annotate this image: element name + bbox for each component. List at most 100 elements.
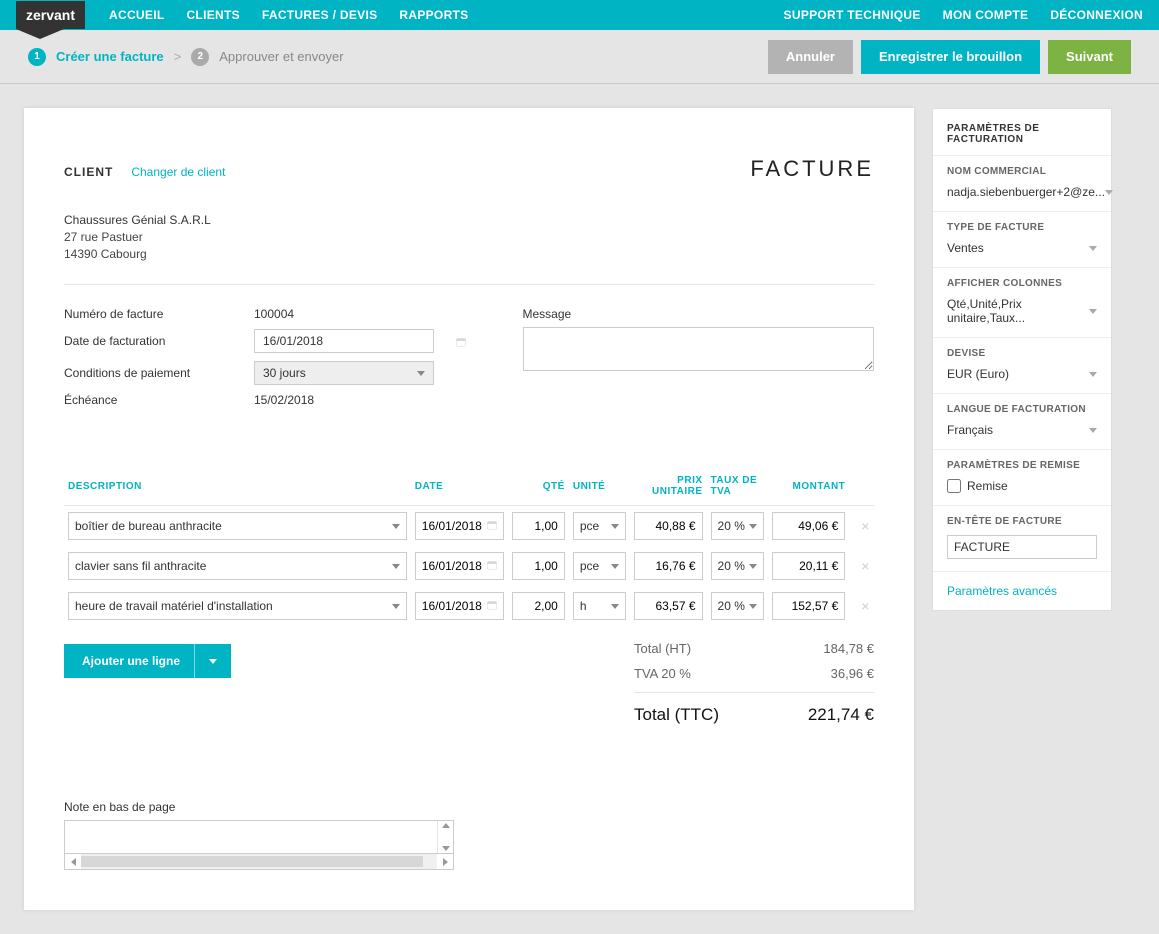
line-amount-value [772,552,846,580]
line-price-input[interactable] [634,552,702,580]
arrow-left-icon[interactable] [71,858,76,866]
cancel-button[interactable]: Annuler [768,40,853,74]
change-client-link[interactable]: Changer de client [131,165,225,179]
chevron-down-icon [392,564,400,569]
line-desc-select[interactable]: heure de travail matériel d'installation [68,592,407,620]
nav-factures[interactable]: FACTURES / DEVIS [262,8,377,22]
sidebar-columns-label: AFFICHER COLONNES [947,278,1097,289]
nav-account[interactable]: MON COMPTE [943,8,1029,22]
line-unit-select[interactable]: pce [573,512,626,540]
scrollbar-horizontal[interactable] [64,854,454,870]
totals: Total (HT) 184,78 € TVA 20 % 36,96 € Tot… [634,636,874,730]
chevron-down-icon [611,564,619,569]
nav-left: ACCUEIL CLIENTS FACTURES / DEVIS RAPPORT… [109,8,468,22]
message-label: Message [523,307,875,321]
invoice-date-input[interactable] [254,329,434,353]
client-addr2: 14390 Cabourg [64,246,874,263]
invoice-no-value: 100004 [254,307,473,321]
topbar: zervant ACCUEIL CLIENTS FACTURES / DEVIS… [0,0,1159,30]
discount-checkbox-label: Remise [967,479,1008,493]
add-line-button[interactable]: Ajouter une ligne [64,644,231,678]
chevron-down-icon [1089,246,1097,251]
sidebar-header: EN-TÊTE DE FACTURE [933,505,1111,571]
delete-line-icon[interactable]: × [853,518,869,534]
chevron-down-icon [392,604,400,609]
nav-rapports[interactable]: RAPPORTS [399,8,468,22]
line-qty-input[interactable] [512,592,565,620]
save-draft-button[interactable]: Enregistrer le brouillon [861,40,1040,74]
chevron-down-icon [417,371,425,376]
line-vat-select[interactable]: 20 % [711,512,764,540]
line-price-input[interactable] [634,592,702,620]
sidebar-currency[interactable]: DEVISE EUR (Euro) [933,337,1111,393]
sidebar-columns[interactable]: AFFICHER COLONNES Qté,Unité,Prix unitair… [933,267,1111,337]
due-value: 15/02/2018 [254,393,473,407]
line-desc-select[interactable]: boîtier de bureau anthracite [68,512,407,540]
line-qty-input[interactable] [512,512,565,540]
message-textarea[interactable] [523,327,875,371]
chevron-down-icon [749,604,757,609]
wizard-step-2-label[interactable]: Approuver et envoyer [219,49,343,64]
action-bar: Annuler Enregistrer le brouillon Suivant [768,40,1131,74]
delete-line-icon[interactable]: × [853,558,869,574]
arrow-right-icon[interactable] [443,858,448,866]
wizard-step-1-label[interactable]: Créer une facture [56,49,164,64]
footer-note-label: Note en bas de page [64,800,874,814]
col-vat: TAUX DE TVA [707,467,768,506]
line-desc-select[interactable]: clavier sans fil anthracite [68,552,407,580]
arrow-up-icon[interactable] [442,823,450,828]
client-name: Chaussures Génial S.A.R.L [64,212,874,229]
nav-accueil[interactable]: ACCUEIL [109,8,164,22]
total-ht-label: Total (HT) [634,641,691,656]
table-row: clavier sans fil anthracite pce 20 % × [64,546,874,586]
wizard-step-2-num: 2 [191,48,209,66]
line-unit-select[interactable]: h [573,592,626,620]
col-date: DATE [411,467,508,506]
sidebar-type[interactable]: TYPE DE FACTURE Ventes [933,211,1111,267]
sidebar-type-label: TYPE DE FACTURE [947,222,1097,233]
advanced-settings-link[interactable]: Paramètres avancés [933,571,1111,610]
client-addr1: 27 rue Pastuer [64,229,874,246]
delete-line-icon[interactable]: × [853,598,869,614]
scrollbar-vertical[interactable] [437,821,453,853]
col-unit: UNITÉ [569,467,630,506]
sidebar-language-label: LANGUE DE FACTURATION [947,404,1097,415]
line-vat-select[interactable]: 20 % [711,552,764,580]
sidebar-commercial-value: nadja.siebenbuerger+2@ze... [947,185,1105,199]
total-vat-value: 36,96 € [831,666,874,681]
line-price-input[interactable] [634,512,702,540]
terms-value: 30 jours [263,366,306,380]
line-unit-select[interactable]: pce [573,552,626,580]
total-ttc-label: Total (TTC) [634,705,719,725]
footer-note-input[interactable] [64,820,454,854]
terms-select[interactable]: 30 jours [254,361,434,385]
sidebar-header-input[interactable] [947,535,1097,559]
calendar-icon[interactable] [486,559,498,571]
discount-checkbox[interactable] [947,479,961,493]
sidebar-commercial[interactable]: NOM COMMERCIAL nadja.siebenbuerger+2@ze.… [933,155,1111,211]
calendar-icon[interactable] [455,336,467,348]
sidebar-commercial-label: NOM COMMERCIAL [947,166,1097,177]
chevron-down-icon [611,524,619,529]
sidebar-type-value: Ventes [947,241,984,255]
logo[interactable]: zervant [16,1,85,29]
chevron-down-icon [1089,428,1097,433]
divider [64,284,874,285]
nav-clients[interactable]: CLIENTS [186,8,239,22]
calendar-icon[interactable] [486,599,498,611]
total-vat-label: TVA 20 % [634,666,691,681]
document-title: FACTURE [750,156,874,182]
line-vat-select[interactable]: 20 % [711,592,764,620]
line-qty-input[interactable] [512,552,565,580]
calendar-icon[interactable] [486,519,498,531]
sidebar-language[interactable]: LANGUE DE FACTURATION Français [933,393,1111,449]
client-label: CLIENT [64,165,113,179]
nav-support[interactable]: SUPPORT TECHNIQUE [784,8,921,22]
subbar: 1 Créer une facture > 2 Approuver et env… [0,30,1159,84]
nav-logout[interactable]: DÉCONNEXION [1050,8,1143,22]
next-button[interactable]: Suivant [1048,40,1131,74]
line-amount-value [772,512,846,540]
arrow-down-icon[interactable] [442,846,450,851]
table-row: boîtier de bureau anthracite pce 20 % × [64,506,874,547]
page: CLIENT Changer de client FACTURE Chaussu… [0,84,1159,934]
